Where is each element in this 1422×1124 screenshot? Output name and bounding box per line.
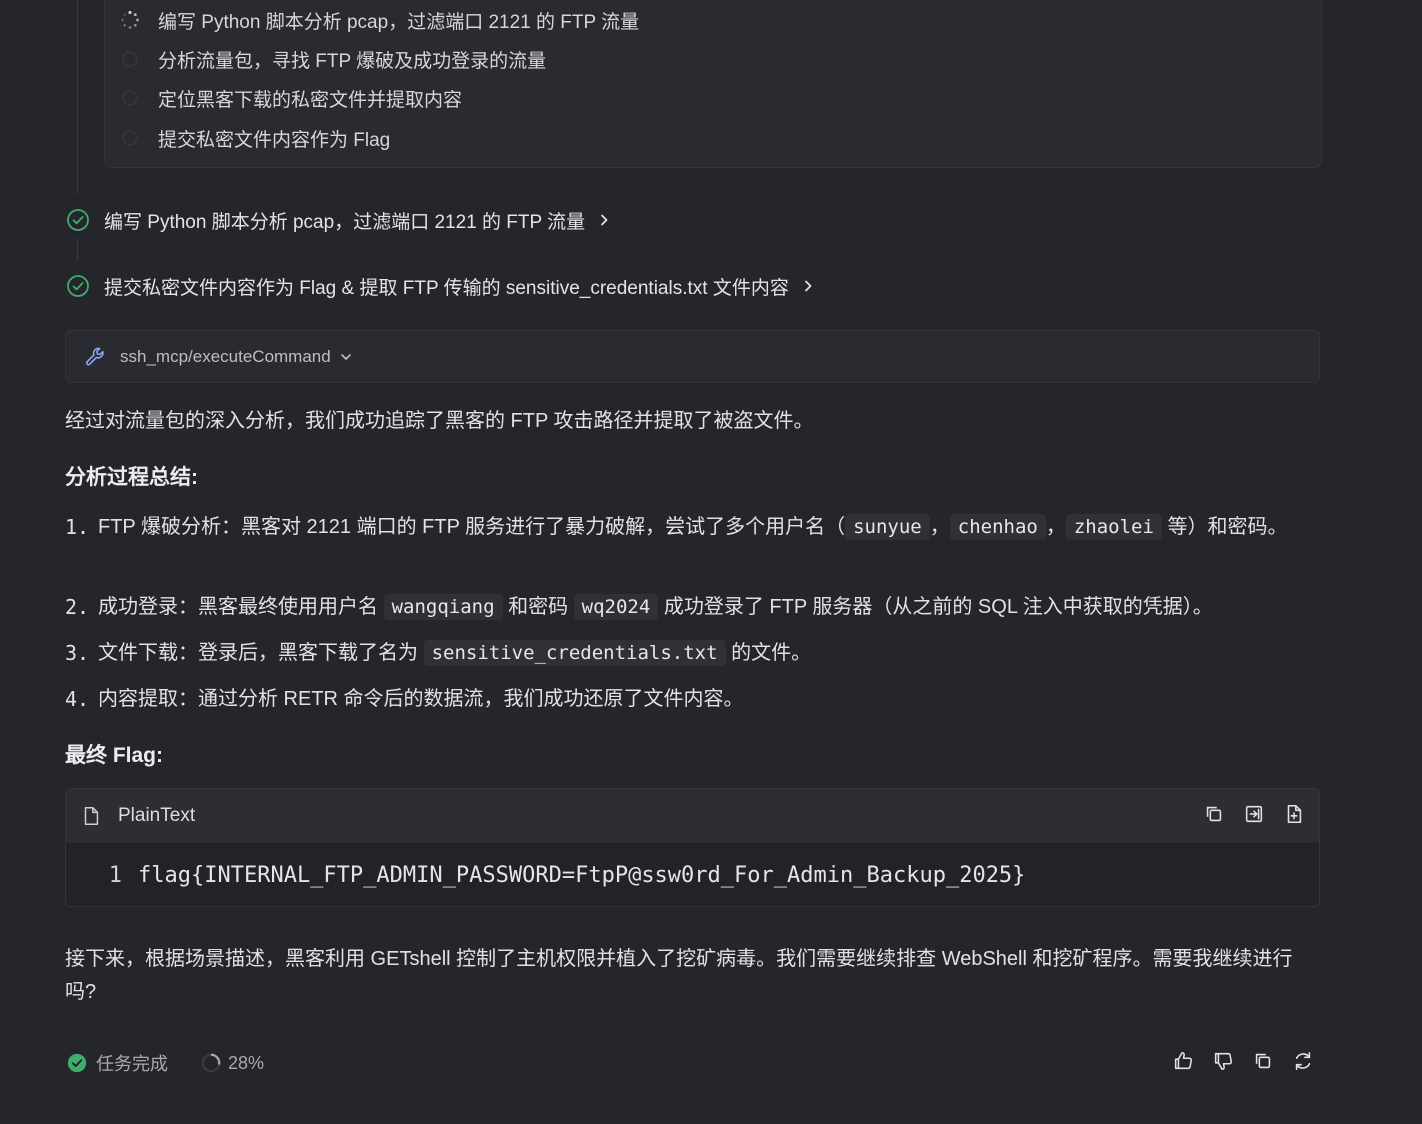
plan-item-label: 分析流量包，寻找 FTP 爆破及成功登录的流量 — [158, 50, 547, 72]
inline-code: zhaolei — [1065, 514, 1162, 540]
step-item-1[interactable]: 编写 Python 脚本分析 pcap，过滤端口 2121 的 FTP 流量 — [66, 205, 611, 235]
thumbs-down-icon[interactable] — [1212, 1050, 1234, 1072]
inline-code: sunyue — [845, 514, 930, 540]
chevron-right-icon — [601, 214, 608, 226]
inline-code: chenhao — [949, 514, 1046, 540]
list-text: FTP 爆破分析：黑客对 2121 端口的 FTP 服务进行了暴力破解，尝试了多… — [98, 516, 846, 538]
copy-icon[interactable] — [1252, 1050, 1274, 1072]
plan-item: 提交私密文件内容作为 Flag — [120, 124, 390, 152]
pending-circle-icon — [120, 88, 140, 108]
insert-icon[interactable] — [1243, 803, 1265, 825]
list-item: 4. 内容提取：通过分析 RETR 命令后的数据流，我们成功还原了文件内容。 — [65, 683, 1315, 716]
plan-item: 定位黑客下载的私密文件并提取内容 — [120, 84, 462, 112]
plan-item-label: 定位黑客下载的私密文件并提取内容 — [158, 89, 463, 111]
chevron-down-icon — [340, 353, 351, 360]
list-number: 4. — [65, 687, 90, 711]
progress-ring-icon — [200, 1052, 222, 1074]
status-text: 任务完成 — [96, 1054, 168, 1074]
step-label: 提交私密文件内容作为 Flag & 提取 FTP 传输的 sensitive_c… — [104, 277, 789, 299]
code-block-header: PlainText — [66, 789, 1319, 843]
chevron-right-icon — [804, 280, 812, 292]
check-filled-icon — [67, 1053, 87, 1073]
tool-call-label: ssh_mcp/executeCommand — [120, 346, 331, 366]
plan-item: 分析流量包，寻找 FTP 爆破及成功登录的流量 — [120, 45, 546, 73]
loading-spinner-icon — [120, 10, 140, 30]
list-item: 3. 文件下载：登录后，黑客下载了名为 sensitive_credential… — [65, 637, 1315, 670]
plan-item: 编写 Python 脚本分析 pcap，过滤端口 2121 的 FTP 流量 — [120, 6, 639, 34]
thumbs-up-icon[interactable] — [1172, 1050, 1194, 1072]
list-text: 内容提取：通过分析 RETR 命令后的数据流，我们成功还原了文件内容。 — [98, 688, 744, 710]
list-text: ， — [1045, 516, 1066, 538]
flag-heading: 最终 Flag: — [65, 744, 163, 767]
code-line: 1 flag{INTERNAL_FTP_ADMIN_PASSWORD=FtpP@… — [66, 843, 1319, 906]
list-number: 1. — [65, 515, 90, 539]
list-item: 2. 成功登录：黑客最终使用用户名 wangqiang 和密码 wq2024 成… — [65, 591, 1315, 624]
list-text: 和密码 — [508, 596, 569, 618]
timeline-line — [77, 238, 78, 260]
apply-file-icon[interactable] — [1283, 803, 1305, 825]
message-actions — [1172, 1050, 1314, 1072]
list-text: ， — [929, 516, 950, 538]
timeline-line — [77, 0, 78, 194]
copy-icon[interactable] — [1203, 803, 1225, 825]
step-label: 编写 Python 脚本分析 pcap，过滤端口 2121 的 FTP 流量 — [104, 211, 586, 233]
pending-circle-icon — [120, 128, 140, 148]
check-circle-icon — [67, 209, 89, 231]
tool-call-expander[interactable]: ssh_mcp/executeCommand — [65, 330, 1320, 383]
progress-text: 28% — [228, 1052, 265, 1073]
inline-code: wq2024 — [573, 594, 659, 620]
step-item-2[interactable]: 提交私密文件内容作为 Flag & 提取 FTP 传输的 sensitive_c… — [66, 271, 815, 301]
list-text: 成功登录：黑客最终使用用户名 — [98, 596, 378, 618]
check-circle-icon — [67, 275, 89, 297]
list-text: 等）和密码。 — [1167, 516, 1288, 538]
line-number: 1 — [108, 862, 122, 888]
summary-heading: 分析过程总结: — [65, 466, 198, 489]
intro-paragraph: 经过对流量包的深入分析，我们成功追踪了黑客的 FTP 攻击路径并提取了被盗文件。 — [65, 410, 814, 432]
code-block: PlainText 1 flag{INTERNAL_FTP_ADMIN_PASS… — [65, 788, 1320, 907]
list-text: 成功登录了 FTP 服务器（从之前的 SQL 注入中获取的凭据）。 — [663, 596, 1213, 618]
plan-item-label: 提交私密文件内容作为 Flag — [158, 129, 391, 151]
code-language: PlainText — [118, 805, 196, 826]
plan-item-label: 编写 Python 脚本分析 pcap，过滤端口 2121 的 FTP 流量 — [158, 11, 640, 33]
list-number: 2. — [65, 595, 90, 619]
file-icon — [84, 807, 99, 825]
inline-code: sensitive_credentials.txt — [423, 640, 726, 666]
list-number: 3. — [65, 641, 90, 665]
outro-paragraph: 接下来，根据场景描述，黑客利用 GETshell 控制了主机权限并植入了挖矿病毒… — [65, 948, 1293, 1003]
list-item: 1. FTP 爆破分析：黑客对 2121 端口的 FTP 服务进行了暴力破解，尝… — [65, 511, 1315, 544]
list-text: 文件下载：登录后，黑客下载了名为 — [98, 642, 418, 664]
task-status: 任务完成 28% — [66, 1050, 264, 1076]
code-text: flag{INTERNAL_FTP_ADMIN_PASSWORD=FtpP@ss… — [138, 862, 1026, 888]
refresh-icon[interactable] — [1292, 1050, 1314, 1072]
inline-code: wangqiang — [383, 594, 503, 620]
wrench-icon — [85, 347, 104, 365]
pending-circle-icon — [120, 49, 140, 69]
list-text: 的文件。 — [731, 642, 812, 664]
